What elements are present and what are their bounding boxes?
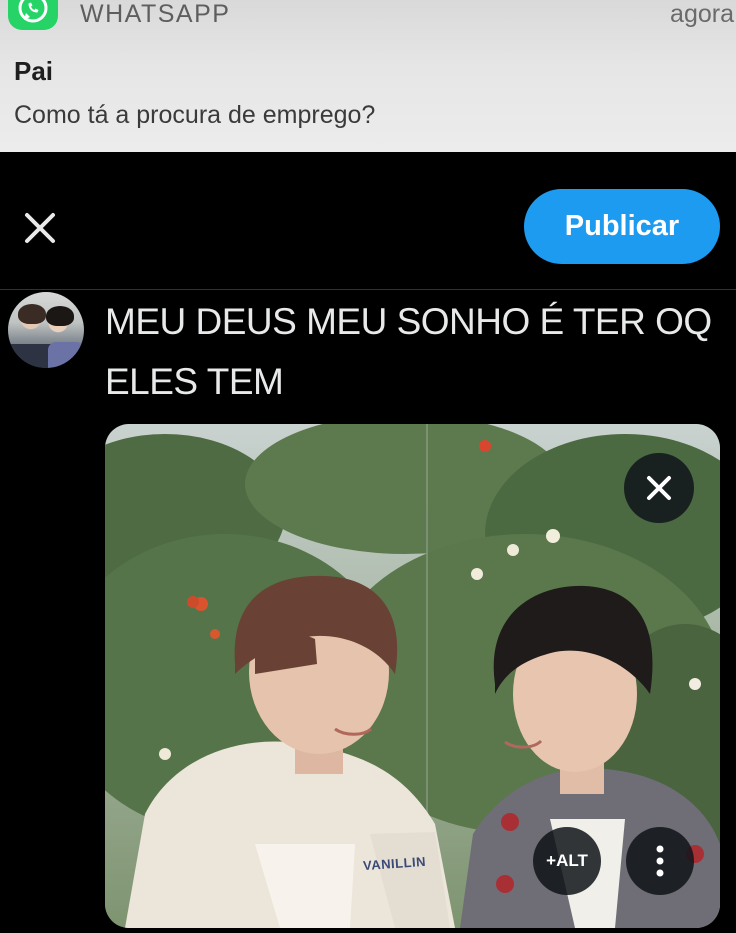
more-vertical-icon — [656, 845, 664, 877]
whatsapp-icon — [8, 0, 58, 30]
notification-app-name: WHATSAPP — [80, 0, 231, 28]
remove-photo-button[interactable] — [624, 453, 694, 523]
close-icon — [25, 213, 55, 243]
close-composer-button[interactable] — [20, 208, 60, 248]
avatar[interactable] — [8, 292, 84, 368]
tweet-text-input[interactable]: MEU DEUS MEU SONHO É TER OQ ELES TEM — [105, 292, 725, 412]
add-alt-text-button[interactable]: +ALT — [533, 827, 601, 895]
composer-header: Publicar — [0, 152, 736, 290]
publish-button[interactable]: Publicar — [524, 189, 720, 264]
notification-time: agora — [670, 0, 734, 28]
whatsapp-notification[interactable]: WHATSAPP agora Pai Como tá a procura de … — [0, 0, 736, 152]
notification-message: Como tá a procura de emprego? — [14, 101, 376, 129]
more-options-button[interactable] — [626, 827, 694, 895]
notification-sender: Pai — [14, 56, 54, 86]
close-icon — [647, 476, 671, 500]
